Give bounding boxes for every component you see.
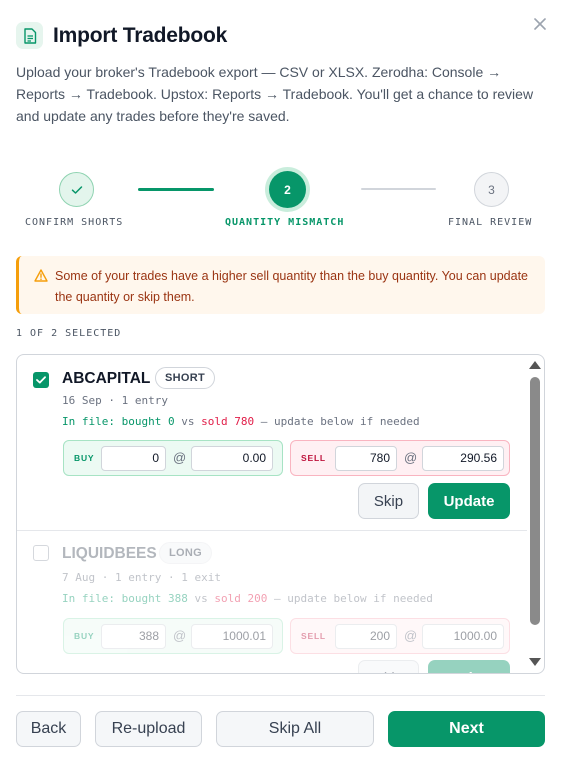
close-icon[interactable]	[530, 14, 550, 34]
skip-trade-button[interactable]: Skip	[358, 483, 419, 519]
buy-quantity-input[interactable]: 388	[101, 624, 166, 649]
step-1-circle	[59, 172, 94, 207]
trade-card-abcapital: ABCAPITAL SHORT 16 Sep · 1 entry In file…	[17, 355, 527, 531]
buy-group: BUY 0 @ 0.00	[63, 440, 283, 476]
step-label-final-review: FINAL REVIEW	[448, 217, 533, 228]
spreadsheet-icon	[16, 22, 43, 49]
buy-group: BUY 388 @ 1000.01	[63, 618, 283, 654]
step-label-confirm-shorts: CONFIRM SHORTS	[25, 217, 124, 228]
buy-quantity-input[interactable]: 0	[101, 446, 166, 471]
scroll-up-arrow-icon[interactable]	[529, 361, 541, 369]
update-trade-button[interactable]: Update	[428, 660, 510, 673]
trade-meta: 7 Aug · 1 entry · 1 exit	[62, 571, 221, 584]
dialog-title: Import Tradebook	[53, 23, 228, 47]
at-symbol: @	[173, 450, 187, 465]
warning-text: Some of your trades have a higher sell q…	[55, 269, 529, 304]
step-connector-pending	[361, 188, 436, 190]
update-trade-button[interactable]: Update	[428, 483, 510, 519]
next-button[interactable]: Next	[388, 711, 545, 747]
sell-price-input[interactable]: 1000.00	[422, 624, 504, 649]
back-button[interactable]: Back	[16, 711, 81, 747]
sell-label: SELL	[301, 631, 326, 641]
sell-price-input[interactable]: 290.56	[422, 446, 504, 471]
step-connector-done	[138, 188, 214, 191]
direction-badge: LONG	[159, 542, 212, 564]
buy-label: BUY	[74, 453, 95, 463]
sell-label: SELL	[301, 453, 326, 463]
warning-banner: Some of your trades have a higher sell q…	[16, 256, 545, 314]
at-symbol: @	[173, 628, 187, 643]
step-3-circle: 3	[474, 172, 509, 207]
step-2-circle: 2	[269, 171, 306, 208]
buy-price-input[interactable]: 1000.01	[191, 624, 273, 649]
scroll-down-arrow-icon[interactable]	[529, 658, 541, 666]
reupload-button[interactable]: Re-upload	[95, 711, 202, 747]
sell-group: SELL 780 @ 290.56	[290, 440, 510, 476]
sell-quantity-input[interactable]: 780	[335, 446, 397, 471]
at-symbol: @	[404, 450, 418, 465]
checkmark-icon	[36, 376, 46, 384]
trade-card-liquidbees: LIQUIDBEES LONG 7 Aug · 1 entry · 1 exit…	[17, 532, 527, 673]
in-file-summary: In file: bought 388 vs sold 200 — update…	[62, 592, 433, 605]
trade-list[interactable]: ABCAPITAL SHORT 16 Sep · 1 entry In file…	[16, 354, 545, 674]
trade-meta: 16 Sep · 1 entry	[62, 394, 168, 407]
trade-symbol: ABCAPITAL	[62, 370, 151, 387]
in-file-summary: In file: bought 0 vs sold 780 — update b…	[62, 415, 420, 428]
buy-label: BUY	[74, 631, 95, 641]
buy-price-input[interactable]: 0.00	[191, 446, 273, 471]
direction-badge: SHORT	[155, 367, 215, 389]
step-label-quantity-mismatch: QUANTITY MISMATCH	[225, 217, 345, 228]
sell-group: SELL 200 @ 1000.00	[290, 618, 510, 654]
dialog-description: Upload your broker's Tradebook export — …	[16, 64, 534, 124]
trade-checkbox[interactable]	[33, 545, 49, 561]
sell-quantity-input[interactable]: 200	[335, 624, 397, 649]
warning-icon	[34, 268, 48, 289]
check-icon	[71, 185, 82, 194]
scrollbar-thumb[interactable]	[530, 377, 540, 625]
skip-all-button[interactable]: Skip All	[216, 711, 374, 747]
selection-count: 1 OF 2 SELECTED	[16, 328, 122, 339]
footer-divider	[16, 695, 545, 696]
trade-symbol: LIQUIDBEES	[62, 545, 157, 562]
at-symbol: @	[404, 628, 418, 643]
dialog-header: Import Tradebook	[16, 22, 227, 49]
trade-checkbox[interactable]	[33, 372, 49, 388]
skip-trade-button[interactable]: Skip	[358, 660, 419, 673]
